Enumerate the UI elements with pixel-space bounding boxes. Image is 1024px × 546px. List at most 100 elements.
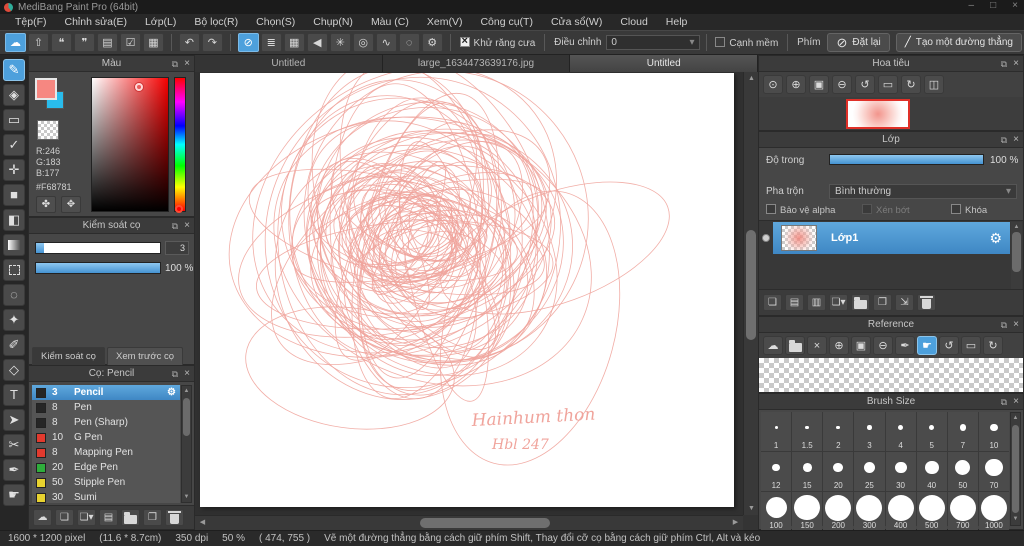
brush-size-option-400[interactable]: 400 (885, 492, 916, 531)
brush-opacity-slider[interactable] (35, 262, 161, 274)
brushtip-concentric-icon[interactable]: ◎ (352, 33, 374, 52)
brush-size-option-40[interactable]: 40 (916, 452, 947, 491)
document-icon[interactable]: ▤ (97, 33, 118, 52)
scrollbar-thumb[interactable] (183, 398, 190, 436)
shape-brush-tool[interactable]: ▭ (3, 108, 25, 131)
popout-icon[interactable]: ⧉ (172, 56, 178, 72)
menu-item-12[interactable]: Help (657, 14, 697, 30)
cloud-icon[interactable]: ☁ (5, 33, 26, 52)
brush-size-option-30[interactable]: 30 (885, 452, 916, 491)
scroll-down-icon[interactable]: ▼ (744, 502, 759, 515)
saturation-value-picker[interactable] (91, 77, 169, 212)
brush-item-pencil[interactable]: 3 Pencil ⚙ (32, 385, 180, 400)
menu-item-4[interactable]: Bộ lọc(R) (185, 14, 247, 30)
soft-edge-checkbox[interactable]: Cạnh mềm (715, 36, 778, 49)
ref-fit-icon[interactable]: ▣ (851, 336, 871, 355)
select-pen-tool[interactable]: ✐ (3, 333, 25, 356)
transparent-color-swatch[interactable] (37, 120, 59, 140)
magic-wand-tool[interactable]: ✦ (3, 308, 25, 331)
close-icon[interactable]: × (184, 218, 190, 234)
menu-item-1[interactable]: Tệp(F) (6, 14, 56, 30)
divide-tool[interactable]: ✂ (3, 433, 25, 456)
antialias-checkbox[interactable]: Khử răng cưa (459, 35, 535, 49)
minimize-button[interactable]: – (969, 0, 975, 11)
brush-size-scrollbar[interactable]: ▲ ▼ (1010, 412, 1021, 526)
brush-size-option-4[interactable]: 4 (885, 412, 916, 451)
zoom-fit-icon[interactable]: ▣ (809, 75, 829, 94)
menu-item-10[interactable]: Cửa sổ(W) (542, 14, 611, 30)
brushtip-curve-icon[interactable]: ∿ (375, 33, 397, 52)
document-tab-2[interactable]: large_1634473639176.jpg (382, 55, 571, 72)
brush-size-option-150[interactable]: 150 (792, 492, 823, 531)
add-1bit-layer-icon[interactable]: ▥ (807, 294, 826, 311)
brush-size-option-2[interactable]: 2 (823, 412, 854, 451)
ref-zoom-in-icon[interactable]: ⊕ (829, 336, 849, 355)
brush-folder-icon[interactable] (121, 509, 140, 526)
brush-item-edge-pen[interactable]: 20 Edge Pen (32, 460, 180, 475)
gradient-tool[interactable] (3, 233, 25, 256)
canvas-horizontal-scrollbar[interactable]: ◀ ▶ (195, 515, 743, 530)
flip-icon[interactable]: ◫ (924, 75, 944, 94)
close-icon[interactable]: × (1013, 394, 1019, 410)
brush-list-scrollbar[interactable]: ▲ ▼ (181, 385, 192, 503)
scroll-up-icon[interactable]: ▲ (1011, 222, 1022, 232)
ref-rotate-cw-icon[interactable]: ↻ (983, 336, 1003, 355)
close-icon[interactable]: × (1013, 132, 1019, 148)
scroll-down-icon[interactable]: ▼ (1011, 514, 1020, 525)
ref-hand-icon[interactable]: ☛ (917, 336, 937, 355)
popout-icon[interactable]: ⧉ (1001, 317, 1007, 333)
scroll-up-icon[interactable]: ▲ (744, 72, 759, 85)
foreground-color-swatch[interactable] (35, 78, 57, 100)
undo-icon[interactable]: ↶ (178, 33, 200, 52)
eyedropper-tool[interactable]: ✒ (3, 458, 25, 481)
brush-size-option-100[interactable]: 100 (761, 492, 792, 531)
drawing-canvas[interactable]: Hainhum thon Hbl 247 (200, 73, 734, 507)
brushtip-none-icon[interactable]: ⊘ (237, 33, 259, 52)
popout-icon[interactable]: ⧉ (1001, 56, 1007, 72)
brush-size-slider[interactable] (35, 242, 161, 254)
menu-item-11[interactable]: Cloud (611, 14, 656, 30)
duplicate-layer-icon[interactable]: ❐ (873, 294, 892, 311)
popout-icon[interactable]: ⧉ (172, 218, 178, 234)
brush-size-option-12[interactable]: 12 (761, 452, 792, 491)
close-button[interactable]: × (1012, 0, 1018, 11)
brush-size-option-700[interactable]: 700 (947, 492, 978, 531)
move-tool[interactable]: ✛ (3, 158, 25, 181)
merge-layer-icon[interactable]: ⇲ (895, 294, 914, 311)
close-icon[interactable]: × (1013, 317, 1019, 333)
brush-size-option-5[interactable]: 5 (916, 412, 947, 451)
brush-size-option-1.5[interactable]: 1.5 (792, 412, 823, 451)
soft-edge-checkbox-box[interactable] (715, 36, 726, 47)
ref-rotate-ccw-icon[interactable]: ↺ (939, 336, 959, 355)
publish-icon[interactable]: ⇧ (28, 33, 49, 52)
rotate-cw-icon[interactable]: ↻ (901, 75, 921, 94)
hue-bar[interactable] (174, 77, 186, 213)
ref-eyedropper-icon[interactable]: ✒ (895, 336, 915, 355)
protect-alpha-checkbox[interactable]: Bảo vệ alpha (766, 204, 835, 216)
color-picker-cursor[interactable] (134, 83, 143, 92)
scroll-up-icon[interactable]: ▲ (1011, 413, 1020, 424)
brushtip-triangle-icon[interactable]: ◀ (306, 33, 328, 52)
eraser-tool[interactable]: ◈ (3, 83, 25, 106)
scroll-up-icon[interactable]: ▲ (182, 386, 191, 396)
rotate-ccw-icon[interactable]: ↺ (855, 75, 875, 94)
scroll-left-icon[interactable]: ◀ (195, 516, 210, 529)
brush-size-option-10[interactable]: 10 (978, 412, 1009, 451)
layer-visibility-icon[interactable] (762, 234, 770, 242)
fill-rect-tool[interactable]: ■ (3, 183, 25, 206)
brush-size-option-3[interactable]: 3 (854, 412, 885, 451)
text-tool[interactable]: T (3, 383, 25, 406)
brush-item-pen[interactable]: 8 Pen (32, 400, 180, 415)
hue-cursor[interactable] (175, 205, 183, 213)
add-layer-menu-icon[interactable]: ❏▾ (829, 294, 848, 311)
brushtip-mesh-icon[interactable]: ▦ (283, 33, 305, 52)
brush-size-option-500[interactable]: 500 (916, 492, 947, 531)
gear-icon[interactable]: ⚙ (989, 230, 1002, 247)
brush-size-option-1[interactable]: 1 (761, 412, 792, 451)
cloud-brush-icon[interactable]: ☁ (33, 509, 52, 526)
tab-brush-control[interactable]: Kiểm soát cọ (32, 347, 105, 365)
dot-tool[interactable]: ✓ (3, 133, 25, 156)
layer-row[interactable]: Lớp1 ⚙ (762, 222, 1010, 254)
close-icon[interactable]: × (184, 366, 190, 382)
document-tab-3[interactable]: Untitled (570, 55, 759, 72)
